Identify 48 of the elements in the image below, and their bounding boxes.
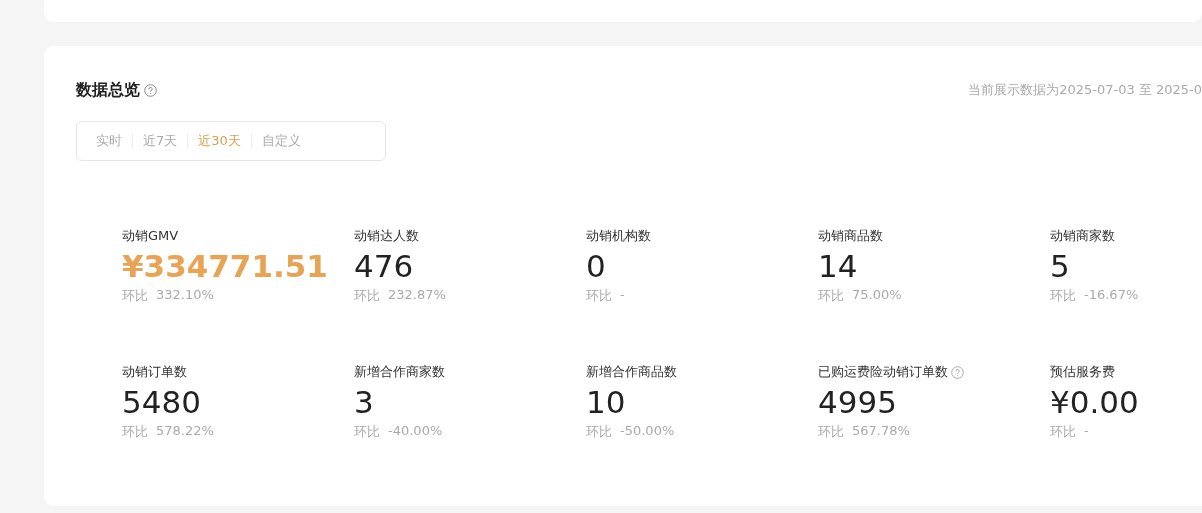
metric-value: 5480 (122, 383, 201, 422)
metric-label: 动销GMV (122, 227, 179, 245)
metric-value: 476 (354, 247, 414, 286)
compare-value: 232.87% (388, 287, 446, 304)
metric-label: 动销订单数 (122, 363, 187, 381)
compare-label: 环比 (1050, 287, 1076, 305)
metric-value: ¥334771.51 (122, 247, 328, 286)
metric-value: 0 (586, 247, 606, 286)
compare-value: -40.00% (388, 423, 443, 440)
compare-value: 578.22% (156, 423, 214, 440)
compare-value: - (620, 287, 625, 304)
period-tab[interactable]: 实时 (87, 132, 131, 150)
metric-label: 动销商家数 (1050, 227, 1115, 245)
metric-value: ¥0.00 (1050, 383, 1139, 422)
metric-value: 5 (1050, 247, 1070, 286)
compare-value: -50.00% (620, 423, 675, 440)
period-tab[interactable]: 近7天 (134, 132, 187, 150)
help-icon[interactable] (144, 83, 157, 97)
compare-value: -16.67% (1084, 287, 1139, 304)
compare-label: 环比 (818, 423, 844, 441)
date-range-text: 当前展示数据为2025-07-03 至 2025-0 (968, 81, 1202, 99)
metric-label: 预估服务费 (1050, 363, 1115, 381)
compare-label: 环比 (354, 287, 380, 305)
period-tab[interactable]: 近30天 (189, 132, 250, 150)
compare-label: 环比 (586, 287, 612, 305)
metric-label: 动销达人数 (354, 227, 419, 245)
metric-value: 3 (354, 383, 374, 422)
compare-value: - (1084, 423, 1089, 440)
compare-value: 567.78% (852, 423, 910, 440)
metric-value: 10 (586, 383, 626, 422)
metric-value: 14 (818, 247, 858, 286)
compare-value: 332.10% (156, 287, 214, 304)
metric-label: 已购运费险动销订单数 (818, 363, 948, 381)
compare-label: 环比 (818, 287, 844, 305)
compare-label: 环比 (586, 423, 612, 441)
compare-label: 环比 (122, 423, 148, 441)
section-title: 数据总览 (76, 79, 140, 101)
metric-label: 动销机构数 (586, 227, 651, 245)
metric-value: 4995 (818, 383, 897, 422)
metric-label: 新增合作商品数 (586, 363, 677, 381)
metric-label: 新增合作商家数 (354, 363, 445, 381)
compare-label: 环比 (122, 287, 148, 305)
period-tab[interactable]: 自定义 (252, 132, 310, 150)
compare-value: 75.00% (852, 287, 902, 304)
metric-label: 动销商品数 (818, 227, 883, 245)
compare-label: 环比 (1050, 423, 1076, 441)
help-icon[interactable] (951, 365, 964, 379)
compare-label: 环比 (354, 423, 380, 441)
